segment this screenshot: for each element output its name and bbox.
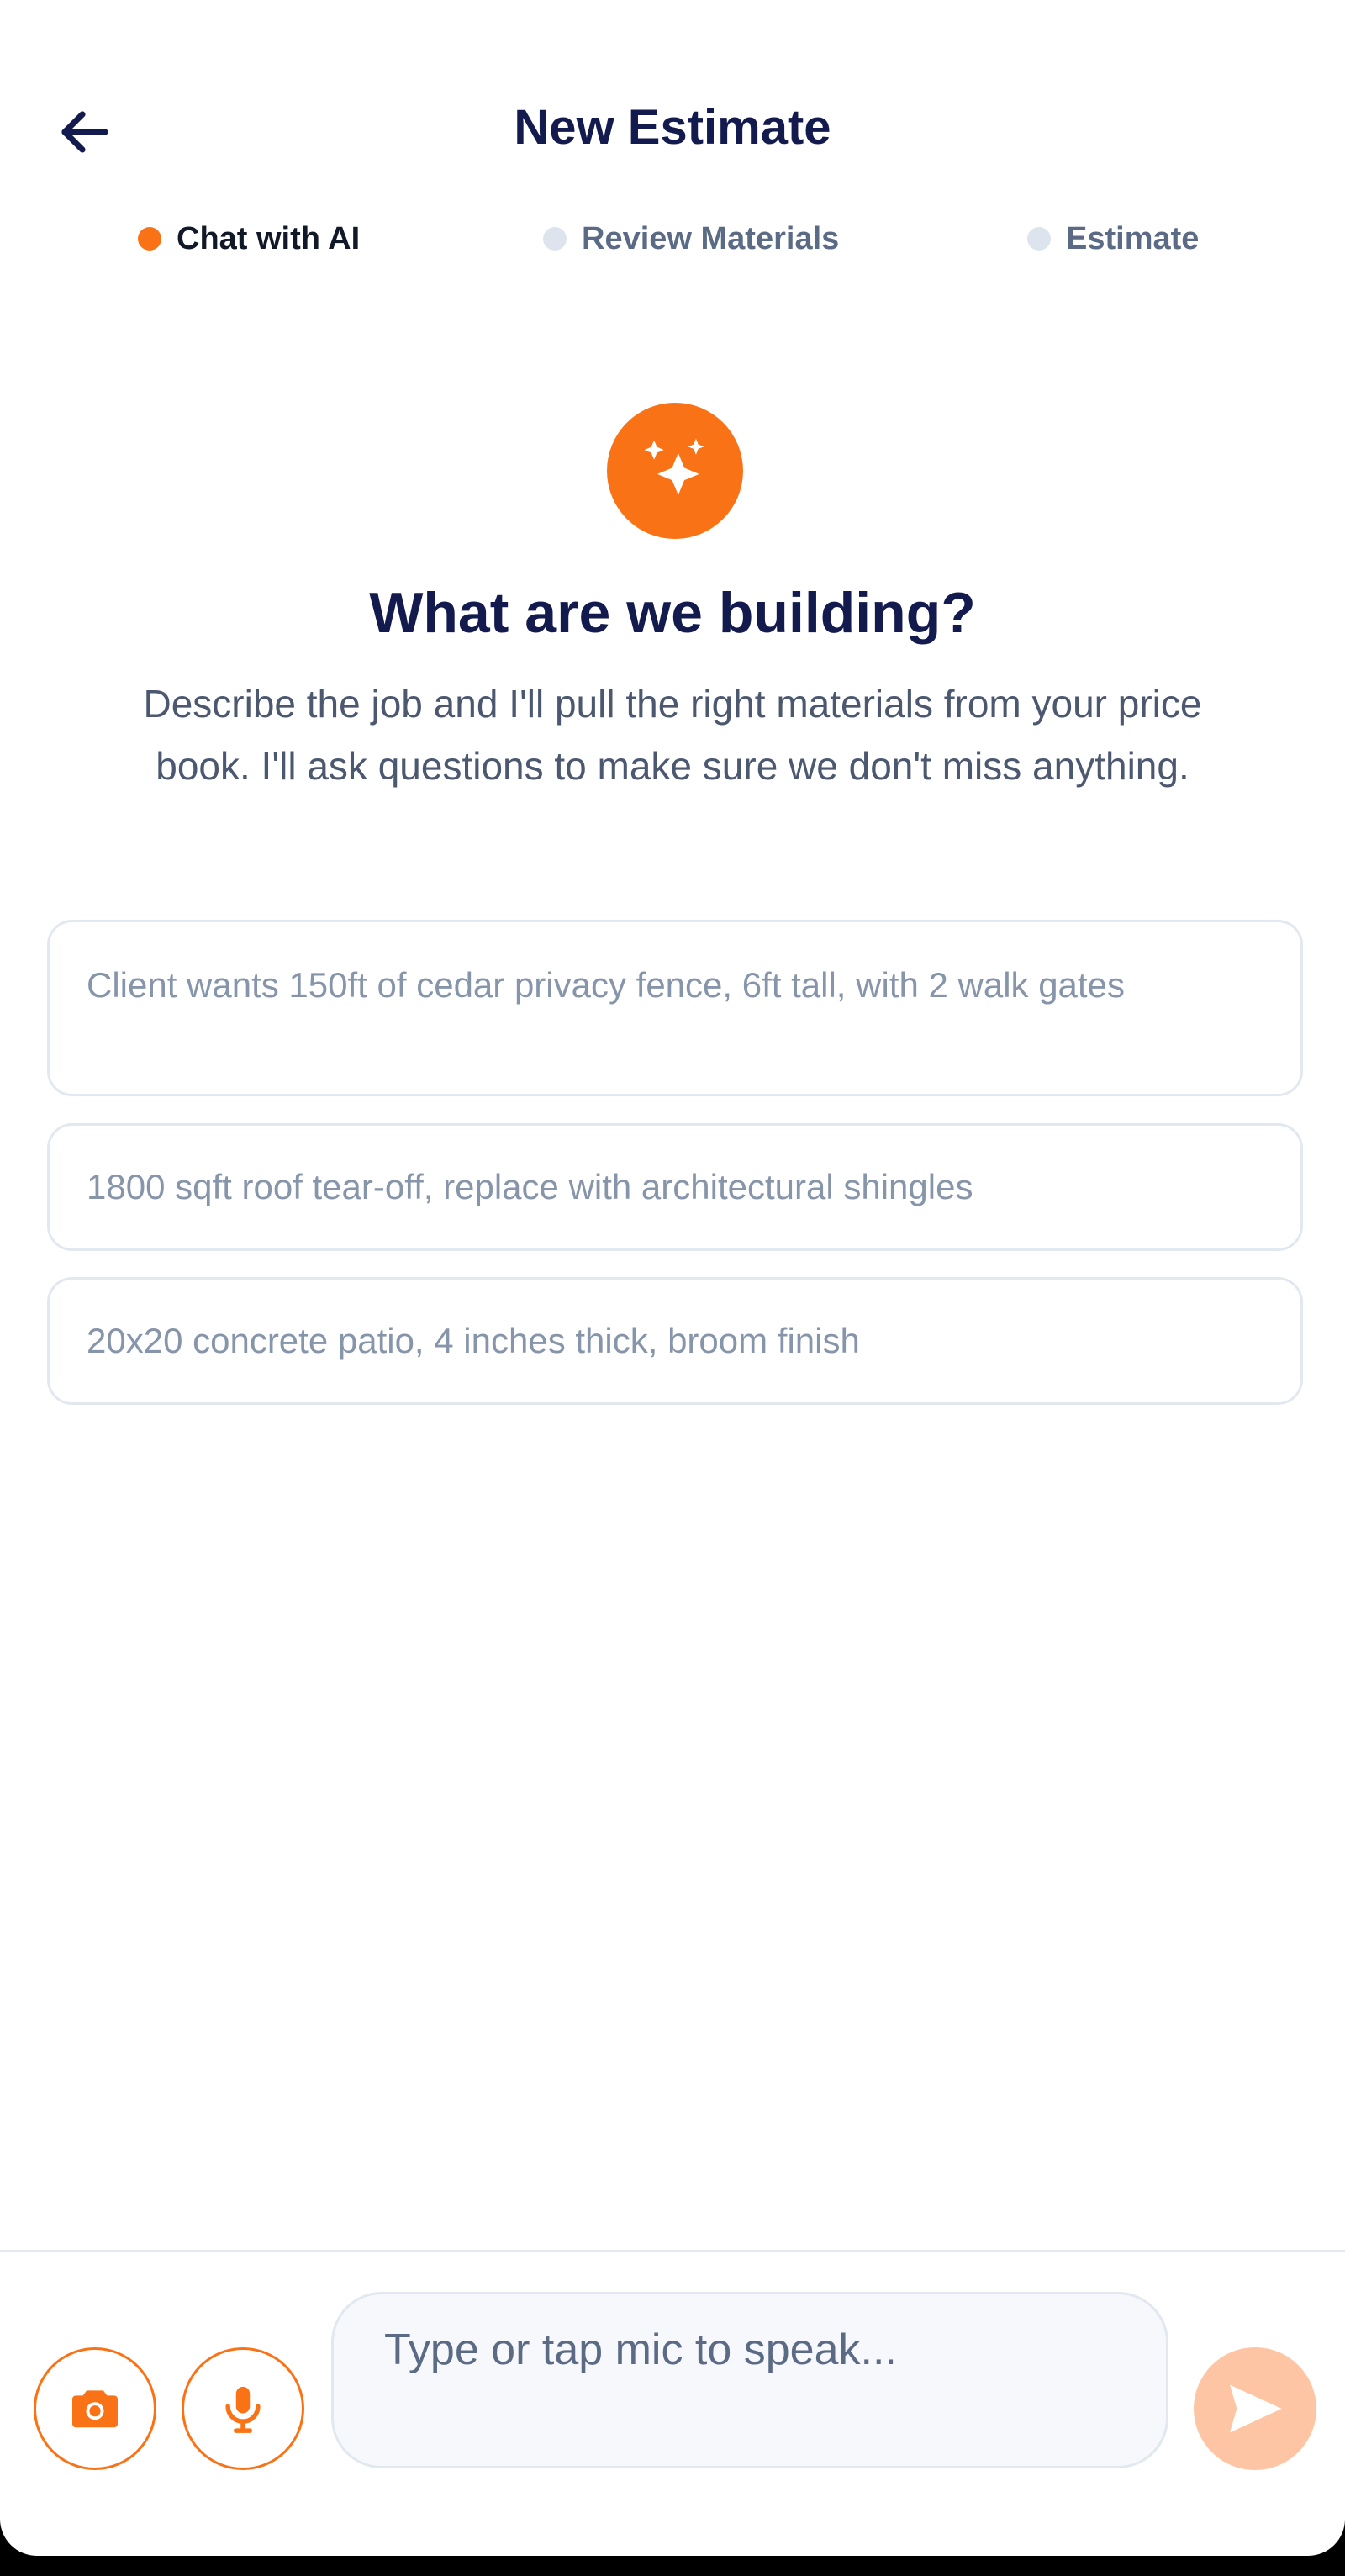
message-input[interactable] [331, 2292, 1168, 2468]
send-icon [1230, 2384, 1282, 2433]
composer-divider [0, 2250, 1345, 2252]
suggestion-fence[interactable]: Client wants 150ft of cedar privacy fenc… [47, 920, 1303, 1096]
step-chat-with-ai[interactable]: Chat with AI [138, 214, 360, 264]
step-estimate[interactable]: Estimate [1027, 214, 1199, 264]
microphone-icon [225, 2386, 261, 2433]
step-review-materials[interactable]: Review Materials [543, 214, 839, 264]
step-inactive-dot-icon [1027, 227, 1051, 251]
hero-title: What are we building? [369, 581, 976, 645]
ai-badge [607, 403, 743, 539]
step-inactive-dot-icon [543, 227, 567, 251]
send-button[interactable] [1194, 2347, 1316, 2470]
sparkles-icon [644, 438, 704, 495]
camera-button[interactable] [34, 2347, 156, 2470]
hero-description: Describe the job and I'll pull the right… [143, 682, 1202, 788]
page-title: New Estimate [514, 100, 831, 155]
step-label: Review Materials [582, 221, 840, 256]
step-active-dot-icon [138, 227, 161, 251]
step-label: Chat with AI [177, 221, 361, 256]
progress-steps: Chat with AI Review Materials Estimate [0, 214, 1345, 264]
camera-icon [72, 2390, 118, 2428]
step-label: Estimate [1066, 221, 1200, 256]
app-screen: New Estimate Chat with AI Review Materia… [0, 0, 1345, 2556]
microphone-button[interactable] [182, 2347, 304, 2470]
suggestion-roof[interactable]: 1800 sqft roof tear-off, replace with ar… [47, 1123, 1303, 1251]
suggestion-patio[interactable]: 20x20 concrete patio, 4 inches thick, br… [47, 1277, 1303, 1405]
